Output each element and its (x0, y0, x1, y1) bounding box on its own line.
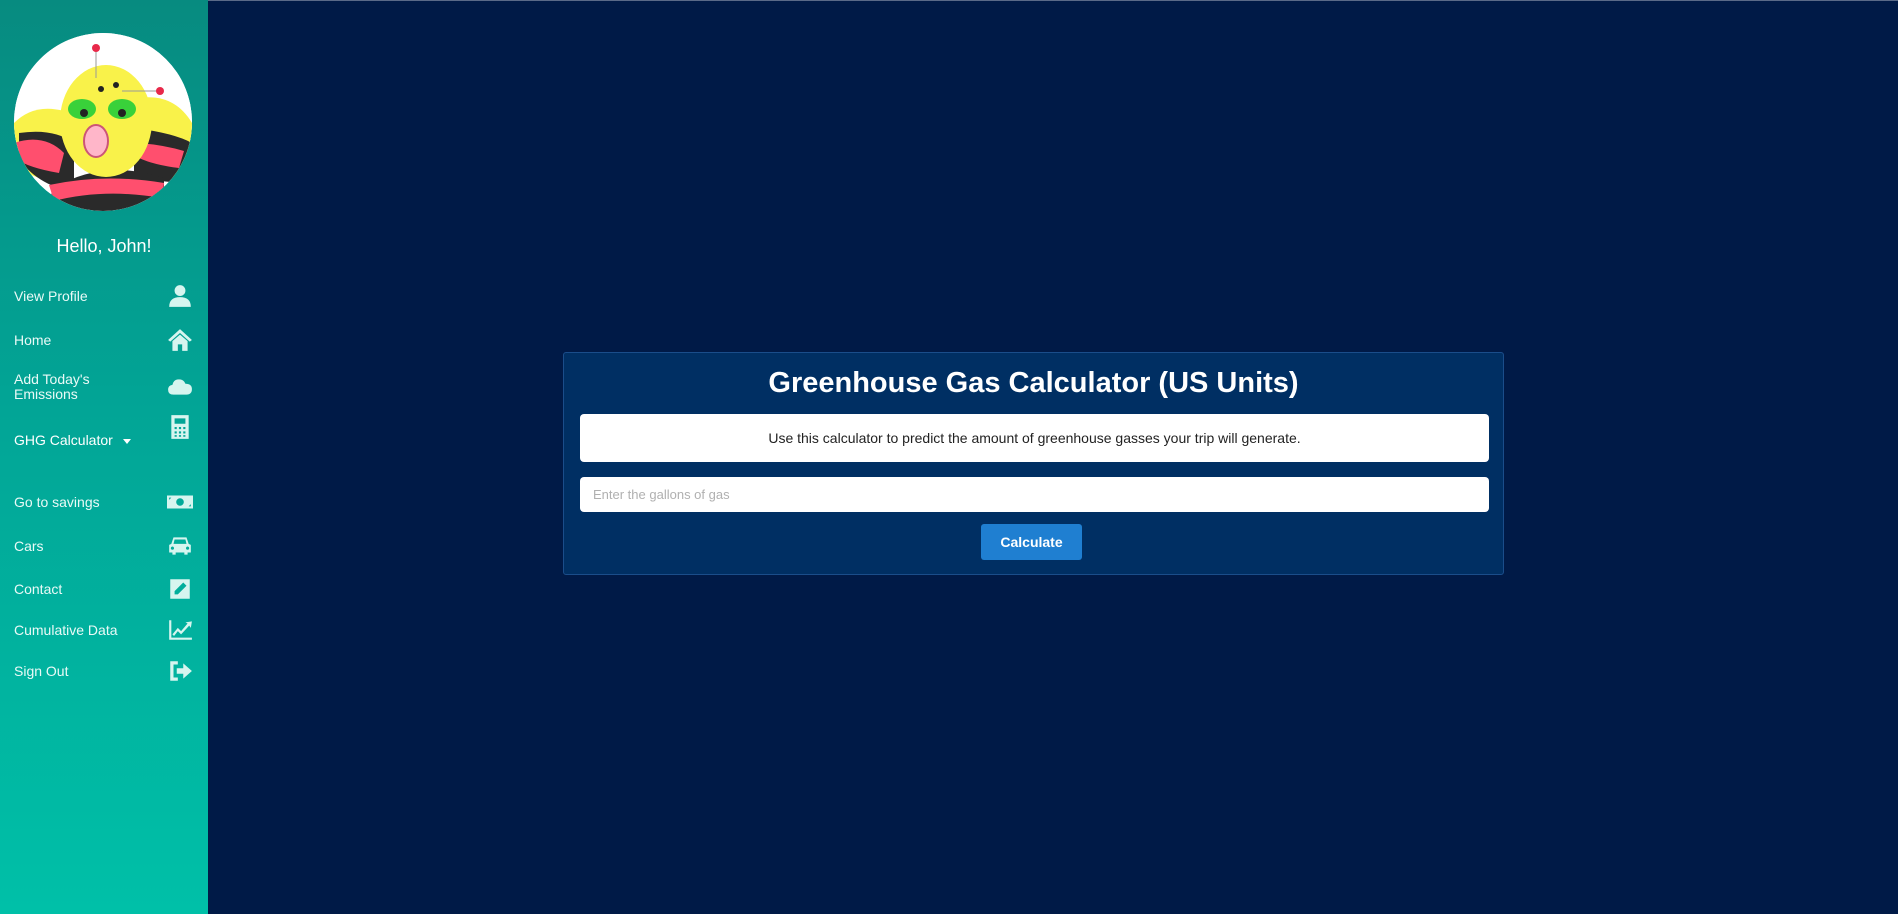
greeting-text: Hello, John! (56, 236, 152, 256)
home-icon (166, 326, 194, 354)
caret-down-icon[interactable] (122, 438, 131, 444)
calculator-description: Use this calculator to predict the amoun… (580, 414, 1489, 462)
top-border (208, 0, 1898, 1)
sidebar-item-contact[interactable]: Contact (0, 574, 208, 604)
sidebar-item-label: Add Today's Emissions (14, 371, 90, 402)
ghg-calculator-label-wrap: GHG Calculator (14, 433, 131, 448)
description-text: Use this calculator to predict the amoun… (768, 430, 1301, 446)
calculator-icon (166, 413, 194, 441)
calculator-card: Greenhouse Gas Calculator (US Units) Use… (563, 352, 1504, 575)
avatar-illustration (14, 33, 192, 211)
avatar[interactable] (14, 33, 192, 211)
sidebar: Hello, John! View Profile Home Add Today… (0, 0, 208, 914)
car-icon (166, 532, 194, 560)
sidebar-item-label: Contact (14, 580, 63, 597)
sidebar-item-label: View Profile (14, 287, 88, 304)
chart-line-icon (166, 616, 194, 644)
sidebar-item-sign-out[interactable]: Sign Out (0, 656, 208, 686)
sidebar-item-label: Cars (14, 537, 44, 554)
sidebar-item-label: GHG Calculator (14, 432, 113, 448)
page-title: Greenhouse Gas Calculator (US Units) (768, 367, 1299, 399)
sidebar-item-cars[interactable]: Cars (0, 531, 208, 561)
sidebar-item-cumulative-data[interactable]: Cumulative Data (0, 615, 208, 645)
sidebar-item-label: Home (14, 331, 52, 348)
sidebar-item-label: Cumulative Data (14, 621, 118, 638)
sidebar-item-ghg-calculator[interactable]: GHG Calculator (0, 413, 208, 448)
cloud-icon (166, 373, 194, 401)
gallons-input[interactable] (580, 477, 1489, 512)
sidebar-item-add-emissions[interactable]: Add Today's Emissions (0, 370, 208, 404)
sidebar-item-label: Sign Out (14, 662, 69, 679)
edit-icon (166, 575, 194, 603)
sign-out-icon (166, 657, 194, 685)
money-bill-icon (166, 488, 194, 516)
sidebar-item-view-profile[interactable]: View Profile (0, 281, 208, 311)
calculate-button[interactable]: Calculate (981, 524, 1082, 560)
sidebar-item-home[interactable]: Home (0, 325, 208, 355)
sidebar-item-savings[interactable]: Go to savings (0, 487, 208, 517)
sidebar-item-label: Go to savings (14, 493, 100, 510)
user-icon (166, 282, 194, 310)
